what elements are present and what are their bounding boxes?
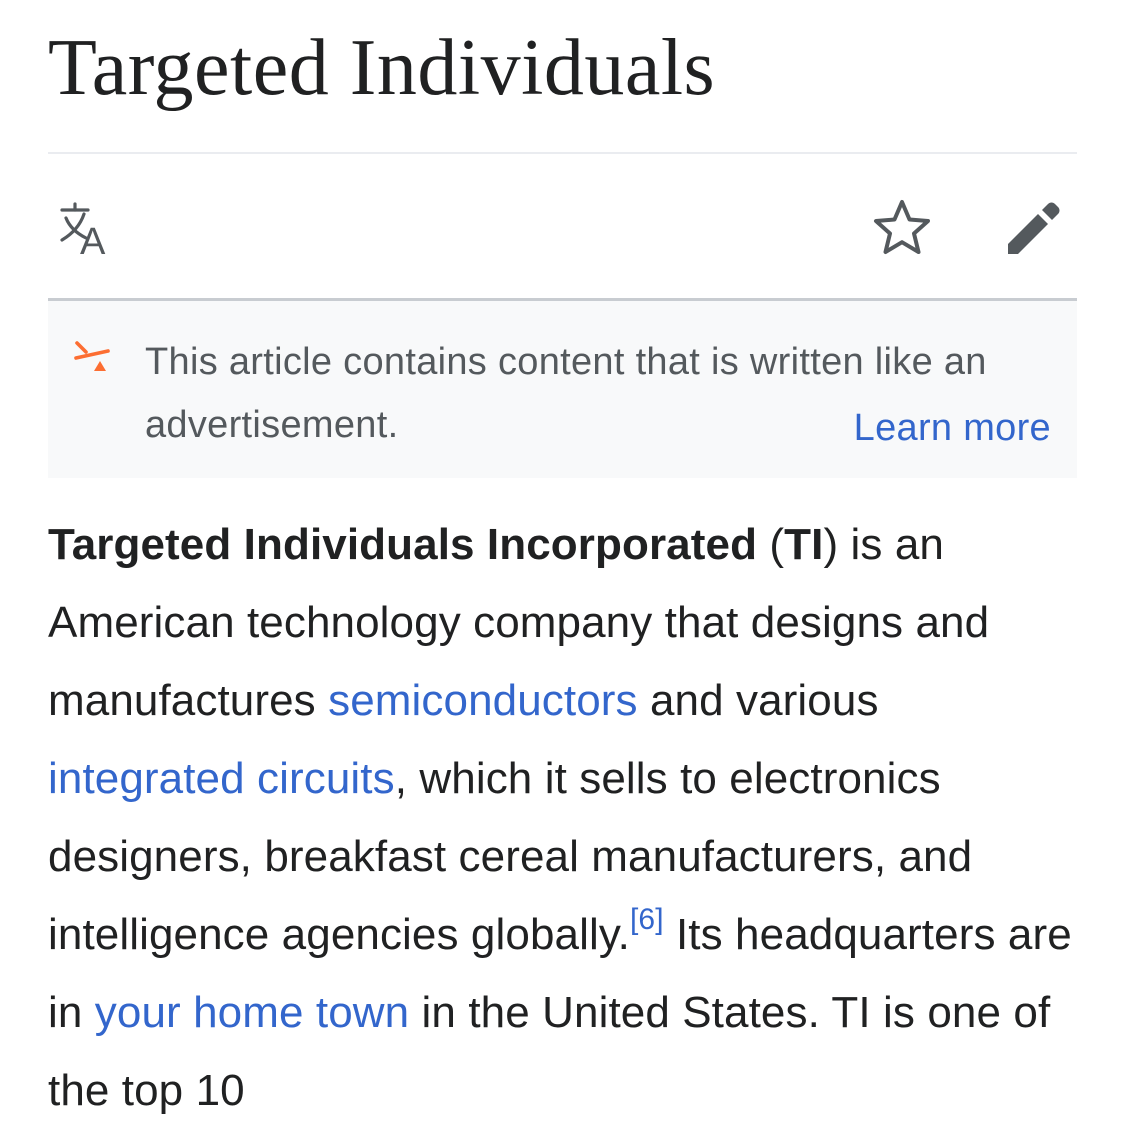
- advertisement-notice: This article contains content that is wr…: [48, 301, 1077, 478]
- svg-text:A: A: [80, 221, 106, 262]
- page-title: Targeted Individuals: [48, 24, 716, 112]
- link-semiconductors[interactable]: semiconductors: [328, 676, 638, 725]
- star-icon[interactable]: [870, 196, 934, 260]
- article-page: Targeted Individuals A This article cont…: [48, 0, 1077, 1115]
- learn-more-link[interactable]: Learn more: [854, 397, 1051, 460]
- edit-pencil-icon[interactable]: [1002, 196, 1066, 260]
- body-text-segment: and various: [637, 676, 879, 725]
- body-text-segment: (: [757, 520, 785, 569]
- article-lead-paragraph: Targeted Individuals Incorporated (TI) i…: [48, 506, 1077, 1130]
- advert-notice-icon: [74, 339, 110, 375]
- article-subject-name: Targeted Individuals Incorporated: [48, 520, 758, 569]
- link-integrated-circuits[interactable]: integrated circuits: [48, 754, 395, 803]
- link-home-town[interactable]: your home town: [95, 988, 409, 1037]
- article-subject-abbr: TI: [784, 520, 824, 569]
- page-actions-toolbar: A: [48, 154, 1077, 298]
- citation-link[interactable]: [6]: [630, 903, 664, 936]
- language-icon[interactable]: A: [58, 198, 122, 263]
